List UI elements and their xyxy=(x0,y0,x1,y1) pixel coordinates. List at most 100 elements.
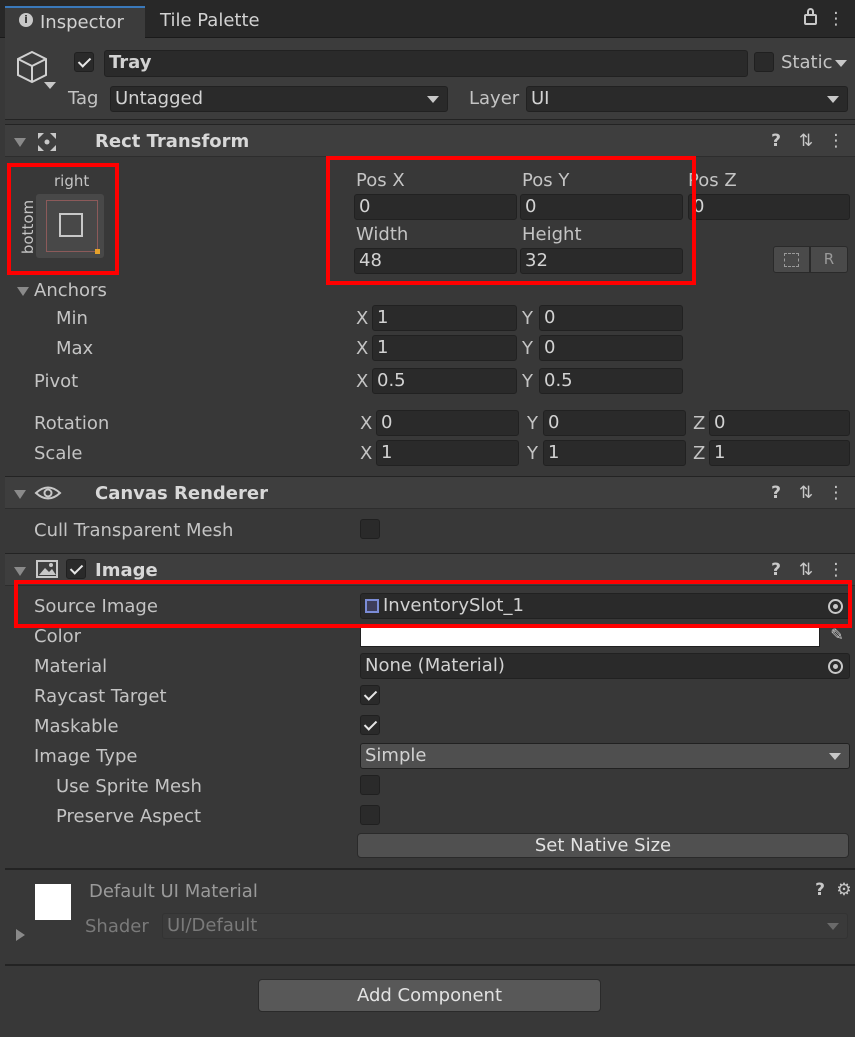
height-field[interactable]: 32 xyxy=(520,248,683,274)
anchor-preset-button[interactable] xyxy=(36,194,104,258)
pos-z-field[interactable]: 0 xyxy=(688,194,850,220)
kebab-menu-icon[interactable]: ⋮ xyxy=(826,9,846,29)
pivot-y-field[interactable]: 0.5 xyxy=(539,368,683,394)
static-checkbox[interactable] xyxy=(754,52,774,72)
set-native-size-label: Set Native Size xyxy=(534,835,672,856)
shader-dropdown-arrow xyxy=(827,923,839,930)
cull-transparent-mesh-checkbox[interactable] xyxy=(360,519,380,539)
color-swatch[interactable] xyxy=(360,626,820,647)
material-preview-swatch[interactable] xyxy=(35,884,71,920)
scale-x-axis[interactable]: X xyxy=(360,443,372,465)
scale-x-field[interactable]: 1 xyxy=(376,440,519,466)
shader-label: Shader xyxy=(85,916,149,937)
scale-y-axis[interactable]: Y xyxy=(527,443,538,465)
kebab-menu-icon[interactable]: ⋮ xyxy=(826,483,846,503)
material-field[interactable]: None (Material) xyxy=(360,653,850,679)
raw-edit-button[interactable]: R xyxy=(810,246,848,273)
tag-dropdown[interactable]: Untagged xyxy=(110,86,448,112)
rotation-x-field[interactable]: 0 xyxy=(376,410,519,436)
pivot-x-field[interactable]: 0.5 xyxy=(372,368,517,394)
anchor-min-y-axis[interactable]: Y xyxy=(522,308,533,330)
pivot-x-axis[interactable]: X xyxy=(356,371,368,393)
preset-icon[interactable]: ⇅ xyxy=(796,483,816,503)
static-dropdown-arrow[interactable] xyxy=(835,60,847,67)
anchor-max-x-axis[interactable]: X xyxy=(356,338,368,360)
canvas-renderer-foldout[interactable] xyxy=(14,490,26,499)
maskable-checkbox[interactable] xyxy=(360,715,380,735)
pos-x-label: Pos X xyxy=(356,170,405,191)
material-foldout[interactable] xyxy=(16,929,25,941)
eyedropper-icon[interactable]: ✎ xyxy=(826,624,848,646)
anchors-label[interactable]: Anchors xyxy=(34,280,107,302)
tab-tile-palette[interactable]: Tile Palette xyxy=(148,6,288,38)
eye-icon xyxy=(34,486,62,500)
pivot-y-axis[interactable]: Y xyxy=(522,371,533,393)
kebab-menu-icon[interactable]: ⋮ xyxy=(826,131,846,151)
anchors-foldout[interactable] xyxy=(17,287,29,296)
raycast-target-label: Raycast Target xyxy=(34,686,167,707)
object-picker-dot xyxy=(833,664,838,669)
kebab-menu-icon[interactable]: ⋮ xyxy=(826,560,846,580)
rotation-x-axis[interactable]: X xyxy=(360,413,372,435)
anchor-min-label: Min xyxy=(56,308,88,329)
static-label[interactable]: Static xyxy=(781,52,832,74)
width-field[interactable]: 48 xyxy=(354,248,517,274)
active-checkbox[interactable] xyxy=(74,52,94,72)
image-title: Image xyxy=(95,560,158,581)
anchor-min-x-field[interactable]: 1 xyxy=(372,305,517,331)
source-image-field[interactable]: InventorySlot_1 xyxy=(360,593,850,619)
shader-dropdown[interactable]: UI/Default xyxy=(162,913,848,939)
image-type-dropdown[interactable]: Simple xyxy=(360,743,850,769)
icon-dropdown-arrow[interactable] xyxy=(44,82,56,89)
canvas-renderer-title: Canvas Renderer xyxy=(95,483,268,504)
help-icon[interactable]: ? xyxy=(766,131,786,151)
anchor-max-x-field[interactable]: 1 xyxy=(372,335,517,361)
pos-x-field[interactable]: 0 xyxy=(354,194,517,220)
preset-icon[interactable]: ⇅ xyxy=(796,131,816,151)
object-picker-icon[interactable] xyxy=(828,599,843,614)
tag-dropdown-arrow xyxy=(427,96,439,103)
rotation-z-field[interactable]: 0 xyxy=(709,410,850,436)
color-label: Color xyxy=(34,626,81,647)
tab-inspector[interactable]: i Inspector xyxy=(5,6,145,38)
scale-z-axis[interactable]: Z xyxy=(693,443,705,465)
use-sprite-mesh-checkbox[interactable] xyxy=(360,775,380,795)
height-label: Height xyxy=(522,224,582,245)
scale-label: Scale xyxy=(34,443,83,464)
raycast-target-checkbox[interactable] xyxy=(360,685,380,705)
pos-y-field[interactable]: 0 xyxy=(520,194,683,220)
blueprint-mode-button[interactable] xyxy=(773,246,810,273)
rotation-z-axis[interactable]: Z xyxy=(693,413,705,435)
add-component-button[interactable]: Add Component xyxy=(258,979,601,1012)
object-picker-icon[interactable] xyxy=(828,659,843,674)
gear-icon[interactable]: ⚙ xyxy=(834,880,854,900)
tab-tile-palette-label: Tile Palette xyxy=(160,10,260,31)
anchor-min-x-axis[interactable]: X xyxy=(356,308,368,330)
scale-z-field[interactable]: 1 xyxy=(709,440,850,466)
maskable-label: Maskable xyxy=(34,716,119,737)
sprite-icon xyxy=(365,599,379,613)
anchor-preset-top-label: right xyxy=(54,172,90,190)
anchor-max-y-field[interactable]: 0 xyxy=(539,335,683,361)
anchor-min-y-field[interactable]: 0 xyxy=(539,305,683,331)
help-icon[interactable]: ? xyxy=(766,483,786,503)
image-foldout[interactable] xyxy=(14,567,26,576)
layer-dropdown[interactable]: UI xyxy=(526,86,848,112)
preset-icon[interactable]: ⇅ xyxy=(796,560,816,580)
image-enabled-checkbox[interactable] xyxy=(66,559,86,579)
set-native-size-button[interactable]: Set Native Size xyxy=(357,833,849,858)
scale-y-field[interactable]: 1 xyxy=(543,440,686,466)
preserve-aspect-checkbox[interactable] xyxy=(360,805,380,825)
rotation-y-field[interactable]: 0 xyxy=(543,410,686,436)
lock-shackle-icon xyxy=(807,8,814,16)
rect-transform-foldout[interactable] xyxy=(14,138,26,147)
rect-transform-icon xyxy=(38,133,56,151)
object-name-field[interactable]: Tray xyxy=(104,50,748,77)
help-icon[interactable]: ? xyxy=(766,560,786,580)
anchor-max-y-axis[interactable]: Y xyxy=(522,338,533,360)
info-icon: i xyxy=(19,13,33,27)
components-divider xyxy=(5,964,855,966)
layer-dropdown-arrow xyxy=(827,96,839,103)
rotation-y-axis[interactable]: Y xyxy=(527,413,538,435)
help-icon[interactable]: ? xyxy=(810,880,830,900)
